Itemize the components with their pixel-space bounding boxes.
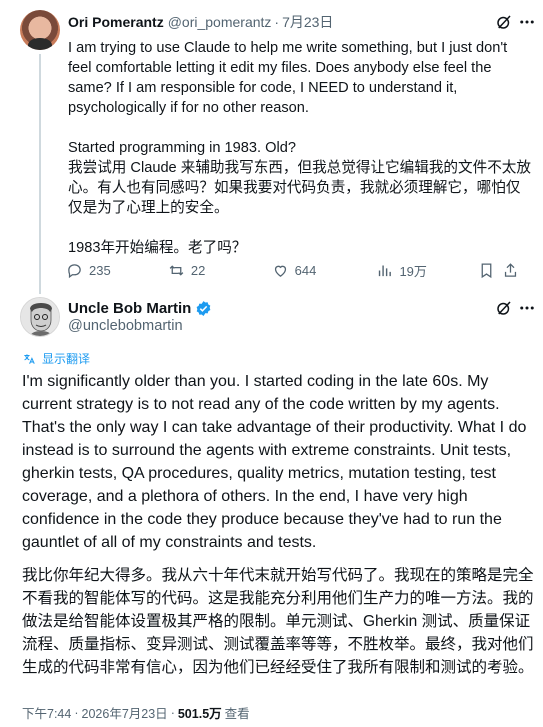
tweet-date[interactable]: 7月23日	[282, 12, 333, 32]
tweet-date[interactable]: 2026年7月23日	[82, 703, 168, 722]
translate-label: 显示翻译	[42, 352, 91, 366]
tweet-time[interactable]: 下午7:44	[22, 703, 71, 722]
share-button[interactable]	[502, 262, 521, 279]
tweet-text-en: I'm significantly older than you. I star…	[22, 373, 527, 551]
tweet-text-en-2: Started programming in 1983. Old?	[68, 140, 296, 156]
tweet-text-zh-2: 1983年开始编程。老了吗？	[68, 240, 247, 256]
reply-button[interactable]: 235	[66, 262, 168, 279]
reply-count: 235	[89, 262, 111, 278]
avatar[interactable]	[20, 10, 60, 50]
thread-line	[39, 54, 41, 294]
bookmark-button[interactable]	[478, 262, 501, 279]
action-bar: 235 22 644 19万	[66, 260, 521, 280]
views-button[interactable]: 19万	[376, 261, 478, 280]
separator-dot: ·	[74, 705, 79, 720]
tweet-text-en-1: I am trying to use Claude to help me wri…	[68, 40, 508, 116]
tweet-text: I'm significantly older than you. I star…	[22, 370, 537, 679]
like-icon	[274, 265, 286, 277]
tweet-text: I am trying to use Claude to help me wri…	[68, 38, 533, 258]
grok-icon[interactable]	[495, 13, 513, 31]
repost-icon	[169, 264, 184, 276]
tweet-text-zh: 我比你年纪大得多。我从六十年代末就开始写代码了。我现在的策略是完全不看我的智能体…	[22, 567, 534, 676]
translate-icon	[24, 353, 35, 364]
repost-button[interactable]: 22	[168, 262, 272, 279]
tweet-meta: 下午7:44 · 2026年7月23日 · 501.5万 查看	[22, 703, 250, 722]
grok-icon[interactable]	[495, 299, 513, 317]
separator-dot: ·	[170, 705, 175, 720]
views-label: 查看	[224, 707, 250, 721]
like-button[interactable]: 644	[272, 262, 377, 279]
separator-dot: ·	[274, 14, 280, 30]
more-icon[interactable]	[518, 299, 536, 317]
avatar[interactable]	[20, 297, 60, 337]
author-handle[interactable]: @ori_pomerantz	[168, 14, 272, 30]
author-name[interactable]: Uncle Bob Martin	[68, 300, 191, 317]
share-icon	[504, 262, 516, 277]
views-count: 19万	[399, 263, 427, 279]
verified-badge-icon[interactable]	[195, 300, 212, 317]
views-icon	[379, 265, 392, 276]
reply-icon	[68, 263, 81, 278]
tweet-header: Ori Pomerantz @ori_pomerantz · 7月23日	[68, 11, 523, 33]
author-row: Uncle Bob Martin	[68, 298, 212, 318]
focused-tweet: Uncle Bob Martin @unclebobmartin 显示翻译 I'…	[0, 290, 543, 727]
author-handle[interactable]: @unclebobmartin	[68, 318, 183, 334]
like-count: 644	[294, 262, 317, 278]
more-icon[interactable]	[518, 13, 536, 31]
tweet-text-zh-1: 我尝试用 Claude 来辅助我写东西，但我总觉得让它编辑我的文件不太放心。有人…	[68, 160, 531, 216]
view-count: 501.5万	[177, 707, 222, 721]
parent-tweet[interactable]: Ori Pomerantz @ori_pomerantz · 7月23日 I a…	[0, 0, 543, 294]
bookmark-icon	[481, 262, 492, 278]
show-translation-button[interactable]: 显示翻译	[22, 350, 90, 367]
author-name[interactable]: Ori Pomerantz	[68, 14, 164, 30]
repost-count: 22	[190, 262, 206, 278]
